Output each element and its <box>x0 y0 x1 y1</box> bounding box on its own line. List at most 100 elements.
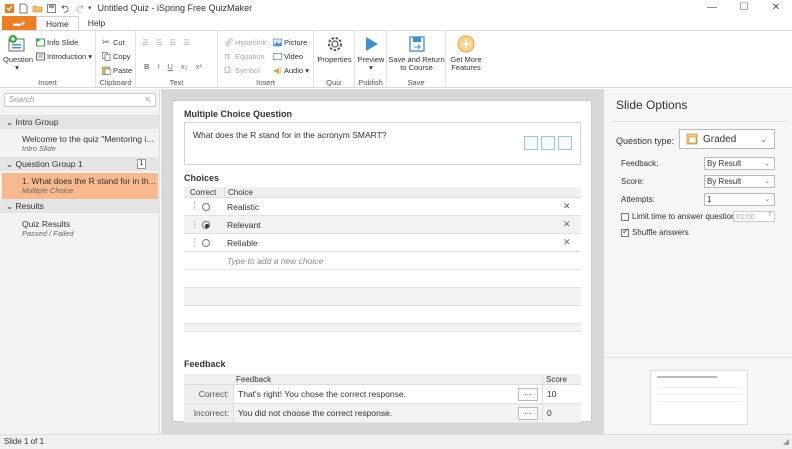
numbered-list-icon[interactable]: ☰ <box>156 38 168 47</box>
score-value[interactable]: 0 <box>542 404 552 422</box>
more-options-button[interactable]: ··· <box>518 406 538 420</box>
save-and-return-button[interactable]: Save and Return to Course <box>388 34 445 72</box>
tab-home[interactable]: Home <box>36 16 79 30</box>
bold-button[interactable]: B <box>144 62 149 71</box>
video-button[interactable]: Video <box>273 51 303 62</box>
question-text-field[interactable]: What does the R stand for in the acronym… <box>184 122 581 165</box>
equation-button[interactable]: π Equation <box>224 51 265 62</box>
decrease-indent-icon[interactable]: ☰ <box>169 38 181 47</box>
close-button[interactable]: ✕ <box>760 0 792 16</box>
slide-options-panel: Slide Options Question type: Graded ⌄ Fe… <box>603 89 792 434</box>
group-header-intro[interactable]: ⌄ Intro Group <box>0 115 160 129</box>
drag-handle-icon[interactable]: ⋮ <box>190 234 199 251</box>
italic-button[interactable]: I <box>157 62 159 71</box>
question-type-select[interactable]: Graded ⌄ <box>679 129 775 149</box>
properties-button[interactable]: Properties <box>316 34 353 64</box>
info-slide-button[interactable]: Info Slide <box>36 37 78 48</box>
group-header-results[interactable]: ⌄ Results <box>0 199 160 213</box>
choice-text[interactable]: Realistic <box>227 198 259 215</box>
superscript-button[interactable]: x² <box>196 62 202 71</box>
correct-radio[interactable] <box>202 238 210 247</box>
save-group: Save and Return to Course Save <box>387 31 446 88</box>
introduction-button[interactable]: Introduction ▾ <box>36 51 92 62</box>
attempts-select[interactable]: 1 ⌄ <box>704 193 775 206</box>
clipboard-group: ✂ Cut Copy Paste Clipboard <box>96 31 136 88</box>
question-heading: Multiple Choice Question <box>184 109 293 119</box>
choice-row[interactable]: ⋮ Relevant ✕ <box>184 216 581 234</box>
slide-thumbnail[interactable] <box>650 370 748 425</box>
underline-button[interactable]: U <box>168 62 173 71</box>
speaker-icon: ◀︎) <box>273 66 282 75</box>
resize-grip-icon[interactable]: ◢ <box>783 435 789 449</box>
audio-button[interactable]: ◀︎) Audio ▾ <box>273 65 309 76</box>
correct-radio[interactable] <box>202 202 210 211</box>
time-limit-input[interactable]: 01:00 ⇕ <box>733 211 775 222</box>
delete-choice-icon[interactable]: ✕ <box>563 198 571 215</box>
correct-radio-selected[interactable] <box>202 220 210 229</box>
slide-item-question-1[interactable]: 1. What does the R stand for in th... Mu… <box>2 173 158 199</box>
chevron-down-icon: ⌄ <box>6 159 14 169</box>
list-format-buttons[interactable]: ☰ ☰ ☰ ☰ <box>142 37 195 48</box>
group-header-question-group[interactable]: ⌄ Question Group 1 1 <box>0 157 160 171</box>
hyperlink-button[interactable]: 🔗︎ Hyperlink <box>224 37 266 48</box>
bullet-list-icon[interactable]: ☰ <box>142 38 154 47</box>
new-file-icon[interactable] <box>18 3 29 14</box>
maximize-button[interactable]: ☐ <box>728 0 760 16</box>
undo-icon[interactable] <box>60 3 71 14</box>
search-input[interactable]: Search ✕ <box>4 93 156 107</box>
app-menu-button[interactable]: ▬▾ <box>2 16 36 30</box>
feedback-select[interactable]: By Result ⌄ <box>704 157 775 170</box>
stepper-icon[interactable]: ⇕ <box>767 211 772 220</box>
new-choice-row[interactable]: Type to add a new choice <box>184 252 581 270</box>
slide-title: Quiz Results <box>22 219 71 229</box>
slide-item-intro[interactable]: Welcome to the quiz "Mentoring i... Intr… <box>0 134 156 153</box>
limit-time-label: Limit time to answer question: <box>632 212 738 221</box>
question-button[interactable]: Question ▾ <box>3 34 33 72</box>
symbol-button[interactable]: Ω Symbol <box>224 65 260 76</box>
publish-group-label: Publish <box>358 78 383 87</box>
choice-row[interactable]: ⋮ Reliable ✕ <box>184 234 581 252</box>
checkbox-box-checked[interactable] <box>621 227 629 237</box>
copy-button[interactable]: Copy <box>102 51 131 62</box>
choice-row[interactable]: ⋮ Realistic ✕ <box>184 198 581 216</box>
score-select[interactable]: By Result ⌄ <box>704 175 775 188</box>
drag-handle-icon[interactable]: ⋮ <box>190 216 199 233</box>
choice-text[interactable]: Relevant <box>227 216 261 233</box>
save-group-label: Save <box>407 78 425 87</box>
feedback-table: Feedback Score Correct: That's right! Yo… <box>184 374 581 423</box>
feedback-text[interactable]: You did not choose the correct response. <box>238 404 392 422</box>
more-options-button[interactable]: ··· <box>518 387 538 401</box>
preview-button[interactable]: Preview ▾ <box>356 34 386 72</box>
delete-choice-icon[interactable]: ✕ <box>563 216 571 233</box>
slide-item-results[interactable]: Quiz Results Passed / Failed <box>0 219 156 238</box>
redo-icon[interactable] <box>74 3 85 14</box>
score-value[interactable]: 10 <box>542 385 556 403</box>
drag-handle-icon[interactable]: ⋮ <box>190 198 199 215</box>
insert-video-icon[interactable] <box>541 136 555 150</box>
clear-search-icon[interactable]: ✕ <box>144 94 151 106</box>
choice-text[interactable]: Reliable <box>227 234 258 251</box>
limit-time-checkbox[interactable]: Limit time to answer question: <box>621 212 738 221</box>
insert-audio-icon[interactable] <box>558 136 572 150</box>
picture-button[interactable]: Picture <box>273 37 307 48</box>
get-more-features-button[interactable]: Get More Features <box>448 34 484 72</box>
customize-toolbar-icon[interactable]: ▾ <box>88 4 92 12</box>
increase-indent-icon[interactable]: ☰ <box>183 38 195 47</box>
insert-picture-icon[interactable] <box>524 136 538 150</box>
tab-help[interactable]: Help <box>79 16 114 30</box>
picture-label: Picture <box>284 38 308 47</box>
save-icon[interactable] <box>46 3 57 14</box>
feedback-label: Correct: <box>184 385 234 403</box>
shuffle-answers-checkbox[interactable]: Shuffle answers <box>621 227 689 237</box>
cut-button[interactable]: ✂ Cut <box>102 37 125 48</box>
question-card: Multiple Choice Question What does the R… <box>172 100 592 423</box>
subscript-button[interactable]: x₂ <box>181 62 188 71</box>
attempts-value: 1 <box>707 195 712 204</box>
font-style-buttons: B I U x₂ x² <box>144 61 202 72</box>
paste-button[interactable]: Paste <box>102 65 132 76</box>
feedback-text[interactable]: That's right! You chose the correct resp… <box>238 385 406 403</box>
delete-choice-icon[interactable]: ✕ <box>563 234 571 251</box>
minimize-button[interactable]: — <box>696 0 728 16</box>
open-folder-icon[interactable] <box>32 3 43 14</box>
checkbox-box[interactable] <box>621 212 629 221</box>
